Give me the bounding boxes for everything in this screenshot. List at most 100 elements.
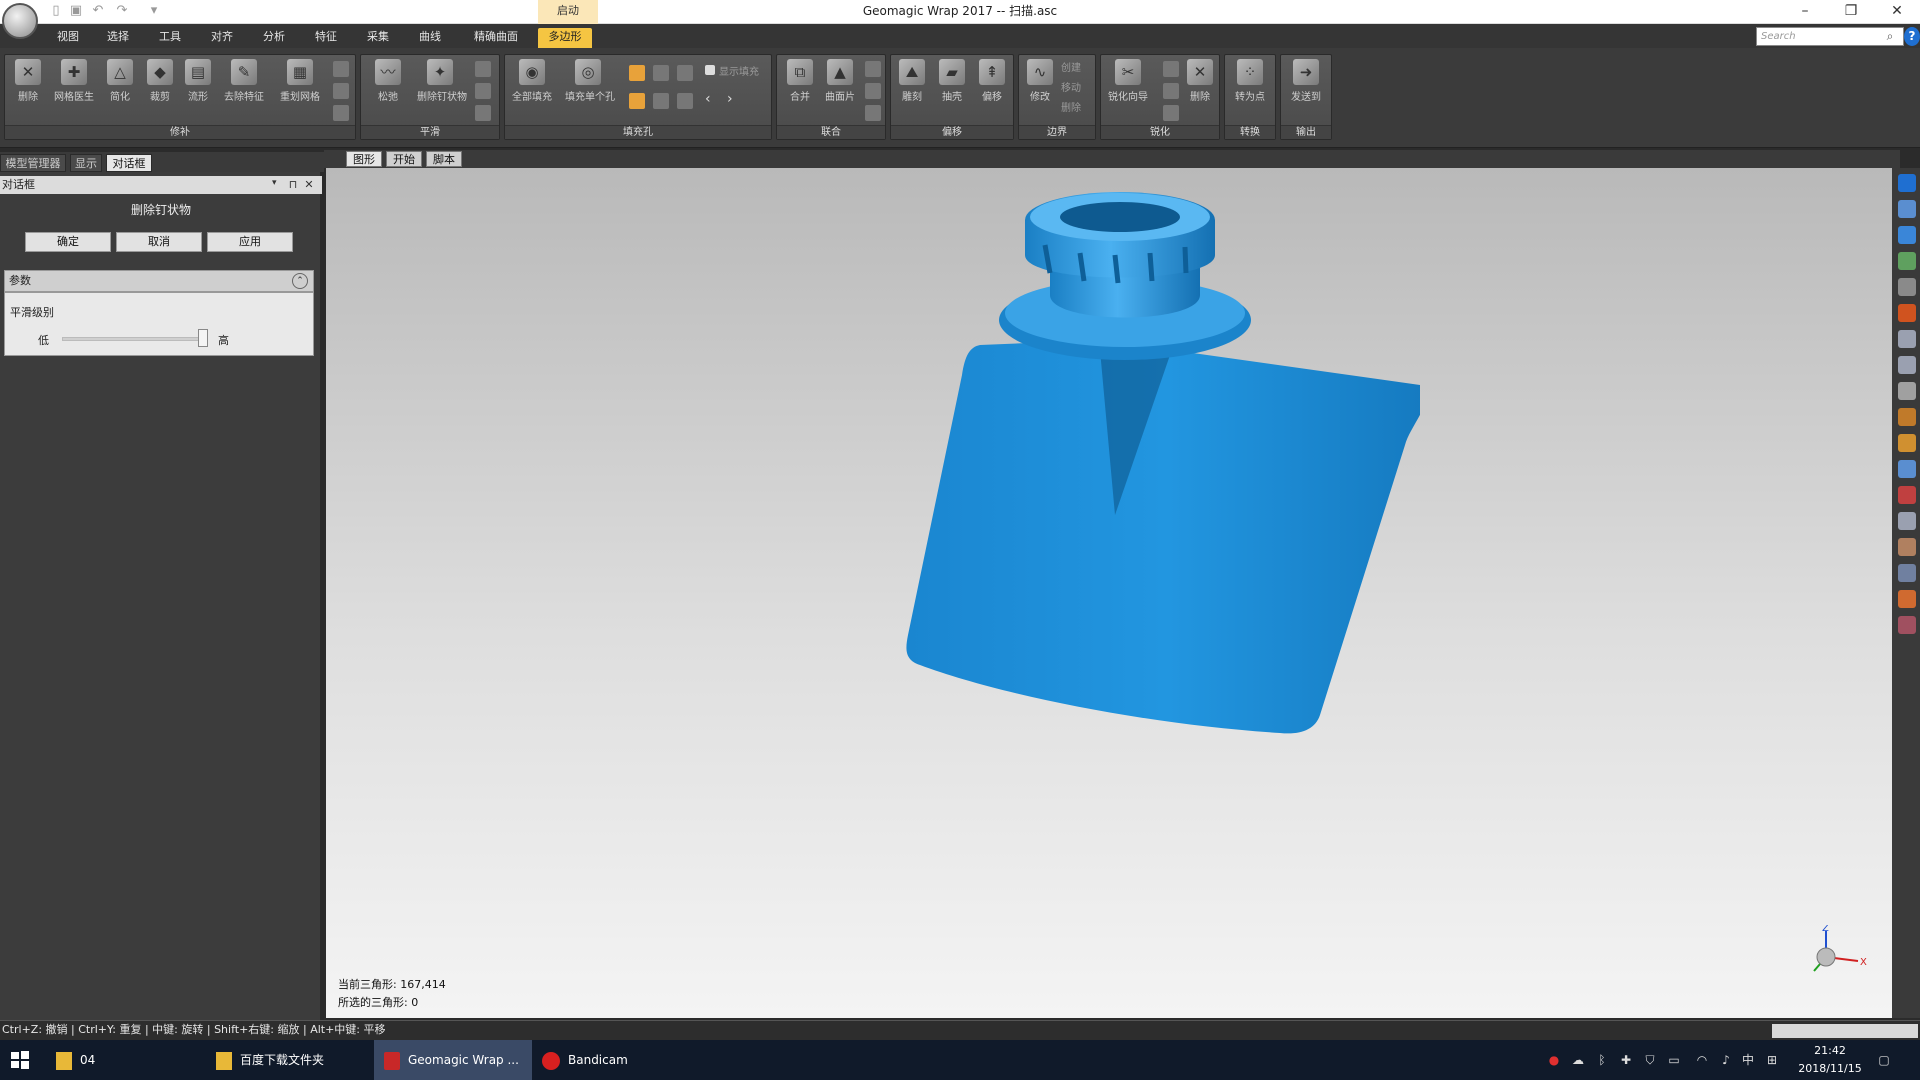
menu-features[interactable]: 特征 <box>308 28 344 48</box>
next-arrow-icon[interactable]: › <box>727 91 733 107</box>
manifold-button[interactable]: ▤ 流形 <box>181 59 215 109</box>
keyboard-grid-icon[interactable]: ⊞ <box>1764 1052 1780 1068</box>
right-tool-icon[interactable] <box>1898 174 1916 192</box>
offset-button[interactable]: ⇞ 偏移 <box>975 59 1009 109</box>
quick-access-dropdown-icon[interactable]: ▾ <box>146 3 162 19</box>
remove-features-button[interactable]: ✎ 去除特征 <box>224 59 264 109</box>
right-tool-icon[interactable] <box>1898 304 1916 322</box>
clock-date[interactable]: 2018/11/15 <box>1790 1062 1870 1075</box>
sculpt-button[interactable]: ⛰ 雕刻 <box>895 59 929 109</box>
taskbar-baidu-folder[interactable]: 百度下载文件夹 <box>216 1040 366 1080</box>
small-tool-icon[interactable] <box>333 61 349 77</box>
remove-spikes-button[interactable]: ✦ 删除钉状物 <box>417 59 467 109</box>
surface-patch-button[interactable]: ▲ 曲面片 <box>823 59 857 109</box>
record-indicator-icon[interactable]: ● <box>1546 1052 1562 1068</box>
boundary-create[interactable]: 创建 <box>1061 59 1081 74</box>
tab-dialog[interactable]: 对话框 <box>106 154 152 172</box>
tab-model-manager[interactable]: 模型管理器 <box>0 154 66 172</box>
fill-flat-icon[interactable] <box>677 93 693 109</box>
notification-icon[interactable]: ▢ <box>1876 1052 1892 1068</box>
small-tool-icon[interactable] <box>475 83 491 99</box>
cancel-button[interactable]: 取消 <box>116 232 202 252</box>
right-tool-icon[interactable] <box>1898 590 1916 608</box>
new-file-icon[interactable]: ▯ <box>48 3 64 19</box>
fill-bridge-icon[interactable] <box>677 65 693 81</box>
small-tool-icon[interactable] <box>1163 61 1179 77</box>
merge-button[interactable]: ⧉ 合并 <box>783 59 817 109</box>
small-tool-icon[interactable] <box>865 61 881 77</box>
panel-dropdown-icon[interactable]: ▾ <box>272 178 282 192</box>
fill-partial-icon[interactable] <box>653 65 669 81</box>
fill-single-button[interactable]: ◎ 填充单个孔 <box>565 59 615 109</box>
clock-time[interactable]: 21:42 <box>1790 1044 1870 1057</box>
remesh-button[interactable]: ▦ 重划网格 <box>280 59 320 109</box>
right-tool-icon[interactable] <box>1898 278 1916 296</box>
modify-button[interactable]: ∿ 修改 <box>1023 59 1057 109</box>
volume-icon[interactable]: ♪ <box>1718 1052 1734 1068</box>
help-icon[interactable]: ? <box>1904 27 1920 46</box>
right-tool-icon[interactable] <box>1898 382 1916 400</box>
apply-button[interactable]: 应用 <box>207 232 293 252</box>
right-tool-icon[interactable] <box>1898 616 1916 634</box>
small-tool-icon[interactable] <box>865 83 881 99</box>
tab-start[interactable]: 开始 <box>386 151 422 167</box>
small-tool-icon[interactable] <box>333 105 349 121</box>
previous-arrow-icon[interactable]: ‹ <box>705 91 711 107</box>
restore-button[interactable]: ❐ <box>1828 0 1874 24</box>
shield-icon[interactable]: ⛉ <box>1642 1052 1658 1068</box>
taskbar-bandicam[interactable]: Bandicam <box>542 1040 692 1080</box>
small-tool-icon[interactable] <box>475 61 491 77</box>
minimize-button[interactable]: – <box>1782 0 1828 24</box>
slider-thumb[interactable] <box>198 329 208 347</box>
undo-icon[interactable]: ↶ <box>90 3 106 19</box>
menu-capture[interactable]: 采集 <box>360 28 396 48</box>
show-fill-checkbox[interactable] <box>705 65 715 75</box>
menu-align[interactable]: 对齐 <box>204 28 240 48</box>
right-tool-icon[interactable] <box>1898 486 1916 504</box>
save-icon[interactable]: ▣ <box>68 3 84 19</box>
cloud-icon[interactable]: ☁ <box>1570 1052 1586 1068</box>
sharpen-delete-button[interactable]: ✕ 删除 <box>1183 59 1217 109</box>
to-points-button[interactable]: ⁘ 转为点 <box>1233 59 1267 109</box>
mesh-doctor-button[interactable]: ✚ 网格医生 <box>54 59 94 109</box>
right-tool-icon[interactable] <box>1898 200 1916 218</box>
right-tool-icon[interactable] <box>1898 252 1916 270</box>
fill-tangent-icon[interactable] <box>653 93 669 109</box>
redo-icon[interactable]: ↷ <box>114 3 130 19</box>
right-tool-icon[interactable] <box>1898 330 1916 348</box>
orientation-axis-icon[interactable]: Z X <box>1800 925 1870 980</box>
collapse-icon[interactable]: ⌃ <box>292 273 308 289</box>
wifi-icon[interactable]: ◠ <box>1694 1052 1710 1068</box>
pin-icon[interactable]: ⊓ <box>286 176 300 194</box>
sharpen-wizard-button[interactable]: ✂ 锐化向导 <box>1108 59 1148 109</box>
panel-close-icon[interactable]: ✕ <box>302 176 316 194</box>
right-tool-icon[interactable] <box>1898 460 1916 478</box>
windows-start-icon[interactable] <box>10 1050 30 1070</box>
small-tool-icon[interactable] <box>1163 105 1179 121</box>
right-tool-icon[interactable] <box>1898 434 1916 452</box>
menu-analysis[interactable]: 分析 <box>256 28 292 48</box>
menu-select[interactable]: 选择 <box>100 28 136 48</box>
close-button[interactable]: ✕ <box>1874 0 1920 24</box>
search-icon[interactable]: ⌕ <box>1882 28 1898 44</box>
right-tool-icon[interactable] <box>1898 512 1916 530</box>
tab-graphics[interactable]: 图形 <box>346 151 382 167</box>
right-tool-icon[interactable] <box>1898 226 1916 244</box>
small-tool-icon[interactable] <box>333 83 349 99</box>
delete-button[interactable]: ✕ 删除 <box>11 59 45 109</box>
tab-script[interactable]: 脚本 <box>426 151 462 167</box>
send-to-button[interactable]: ➜ 发送到 <box>1289 59 1323 109</box>
bluetooth-icon[interactable]: ᛒ <box>1594 1052 1610 1068</box>
ime-indicator[interactable]: 中 <box>1740 1052 1756 1068</box>
app-tray-icon[interactable]: ✚ <box>1618 1052 1634 1068</box>
right-tool-icon[interactable] <box>1898 538 1916 556</box>
menu-exact-surfacing[interactable]: 精确曲面 <box>464 28 528 48</box>
smooth-level-slider[interactable] <box>62 337 208 341</box>
app-logo-icon[interactable] <box>2 3 38 39</box>
right-tool-icon[interactable] <box>1898 408 1916 426</box>
params-section-header[interactable]: 参数 <box>4 270 314 292</box>
menu-polygons[interactable]: 多边形 <box>538 28 592 48</box>
boundary-move[interactable]: 移动 <box>1061 79 1081 94</box>
menu-view[interactable]: 视图 <box>50 28 86 48</box>
relax-button[interactable]: 〰松弛 <box>371 59 405 109</box>
